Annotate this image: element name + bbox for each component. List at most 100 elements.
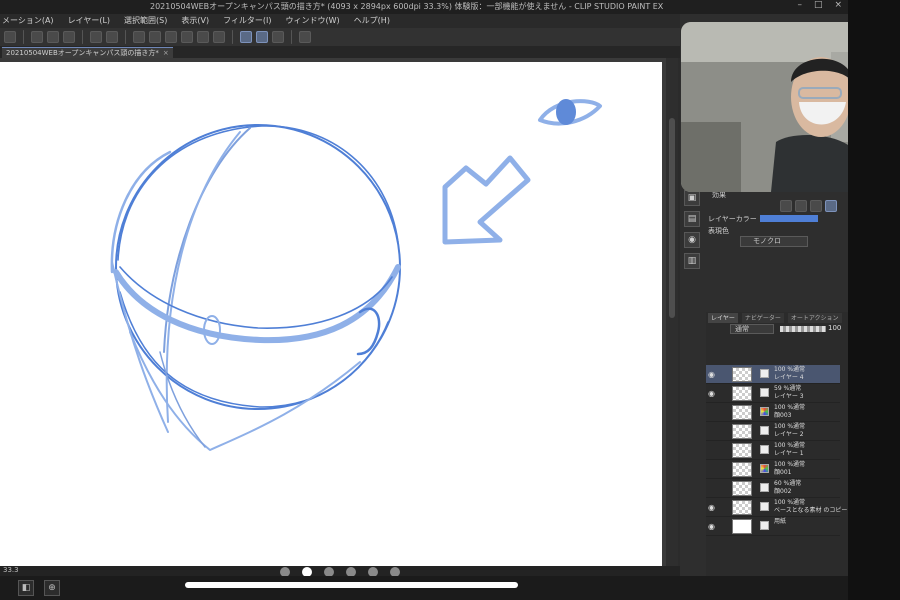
new-file-icon[interactable] xyxy=(31,31,43,43)
layer-name: ベースとなる素材 のコピー xyxy=(774,507,848,514)
layer-opacity-slider[interactable] xyxy=(780,326,826,332)
fill-icon[interactable] xyxy=(165,31,177,43)
layer-type-icon xyxy=(760,407,769,416)
separator xyxy=(232,30,233,44)
menu-animation[interactable]: メーション(A) xyxy=(2,14,54,28)
menu-filter[interactable]: フィルター(I) xyxy=(223,14,271,28)
panel-save-icon[interactable]: ▣ xyxy=(684,190,700,206)
fullscreen-icon[interactable]: ◧ xyxy=(18,580,34,596)
transform-icon[interactable] xyxy=(181,31,193,43)
layer-name: 用紙 xyxy=(774,518,787,525)
view-icon[interactable] xyxy=(4,31,16,43)
tab-auto-action[interactable]: オートアクション xyxy=(787,313,842,323)
document-tab-label: 20210504WEBオープンキャンパス頭の描き方* xyxy=(6,49,159,57)
save-icon[interactable] xyxy=(63,31,75,43)
layer-opacity-mode: 100 %通常 xyxy=(774,442,806,449)
redo-icon[interactable] xyxy=(106,31,118,43)
layer-color-label: レイヤーカラー xyxy=(708,215,757,223)
snap-ruler-icon[interactable] xyxy=(240,31,252,43)
layer-row[interactable]: ◉ 59 %通常 レイヤー 3 xyxy=(706,384,840,403)
layer-name: レイヤー 3 xyxy=(774,393,804,400)
canvas-vertical-scrollbar[interactable] xyxy=(666,58,678,566)
layer-row[interactable]: 100 %通常 顔001 xyxy=(706,460,840,479)
deselect-icon[interactable] xyxy=(213,31,225,43)
layer-type-icon xyxy=(760,445,769,454)
effect-pattern-icon[interactable] xyxy=(810,200,822,212)
visibility-eye-icon[interactable]: ◉ xyxy=(708,522,715,531)
menu-window[interactable]: ウィンドウ(W) xyxy=(286,14,340,28)
snap-special-ruler-icon[interactable] xyxy=(256,31,268,43)
visibility-eye-icon[interactable]: ◉ xyxy=(708,370,715,379)
minimize-button[interactable]: – xyxy=(797,0,802,10)
layer-thumbnail xyxy=(732,519,752,534)
menu-layer[interactable]: レイヤー(L) xyxy=(68,14,110,28)
separator xyxy=(125,30,126,44)
document-tab-bar: 20210504WEBオープンキャンパス頭の描き方* × xyxy=(0,46,680,58)
screen-edge xyxy=(848,0,900,600)
expression-color-label: 表現色 xyxy=(708,227,729,235)
layer-color-swatch[interactable] xyxy=(760,215,818,222)
clear-icon[interactable] xyxy=(149,31,161,43)
separator xyxy=(82,30,83,44)
layer-type-icon xyxy=(760,369,769,378)
visibility-eye-icon[interactable]: ◉ xyxy=(708,503,715,512)
layer-thumbnail xyxy=(732,443,752,458)
layer-row[interactable]: 100 %通常 レイヤー 1 xyxy=(706,441,840,460)
window-title: 20210504WEBオープンキャンパス頭の描き方* (4093 x 2894p… xyxy=(150,2,664,11)
open-folder-icon[interactable] xyxy=(47,31,59,43)
layer-row[interactable]: ◉ 用紙 xyxy=(706,517,840,536)
layer-info: 100 %通常 顔001 xyxy=(774,461,805,477)
layer-row[interactable]: 60 %通常 顔002 xyxy=(706,479,840,498)
layer-name: レイヤー 4 xyxy=(774,374,804,381)
panel-history-icon[interactable]: ▤ xyxy=(684,211,700,227)
layer-info: 100 %通常 レイヤー 1 xyxy=(774,442,805,458)
help-icon[interactable] xyxy=(299,31,311,43)
layer-info: 100 %通常 ベースとなる素材 のコピー xyxy=(774,499,847,515)
blend-mode-select[interactable]: 通常 xyxy=(730,324,774,334)
layer-row[interactable]: 100 %通常 レイヤー 2 xyxy=(706,422,840,441)
close-button[interactable]: × xyxy=(834,0,842,10)
drawing-canvas[interactable] xyxy=(0,62,662,566)
close-icon[interactable]: × xyxy=(163,49,169,57)
panel-camera-icon[interactable]: ◉ xyxy=(684,232,700,248)
layer-opacity-mode: 100 %通常 xyxy=(774,461,806,468)
layer-type-icon xyxy=(760,464,769,473)
navigator-icon[interactable]: ⊕ xyxy=(44,580,60,596)
menu-view[interactable]: 表示(V) xyxy=(181,14,209,28)
menu-help[interactable]: ヘルプ(H) xyxy=(354,14,390,28)
menu-selection[interactable]: 選択範囲(S) xyxy=(124,14,167,28)
snap-grid-icon[interactable] xyxy=(272,31,284,43)
layer-row[interactable]: ◉ 100 %通常 レイヤー 4 xyxy=(706,365,840,384)
home-indicator[interactable] xyxy=(185,582,518,588)
window-controls: – □ × xyxy=(797,0,842,10)
effect-buttons xyxy=(780,200,837,212)
expression-color-select[interactable]: モノクロ xyxy=(740,236,808,247)
visibility-eye-icon[interactable]: ◉ xyxy=(708,389,715,398)
layer-info: 100 %通常 レイヤー 2 xyxy=(774,423,805,439)
tab-layer[interactable]: レイヤー xyxy=(708,313,738,323)
layer-type-icon xyxy=(760,521,769,530)
loading-icon[interactable] xyxy=(133,31,145,43)
layer-thumbnail xyxy=(732,367,752,382)
effect-border-icon[interactable] xyxy=(780,200,792,212)
crop-icon[interactable] xyxy=(197,31,209,43)
panel-icon-strip: ▣ ▤ ◉ ▥ xyxy=(684,190,702,274)
layer-thumbnail xyxy=(732,462,752,477)
tab-navigator[interactable]: ナビゲーター xyxy=(741,313,784,323)
layer-info: 60 %通常 顔002 xyxy=(774,480,801,496)
effect-layer-color-icon[interactable] xyxy=(825,200,837,212)
undo-icon[interactable] xyxy=(90,31,102,43)
layer-info: 用紙 xyxy=(774,518,786,526)
maximize-button[interactable]: □ xyxy=(814,0,823,10)
document-tab[interactable]: 20210504WEBオープンキャンパス頭の描き方* × xyxy=(2,47,173,58)
layer-opacity-mode: 100 %通常 xyxy=(774,423,806,430)
layer-opacity-value[interactable]: 100 xyxy=(828,324,841,332)
bottom-bar: ◧ ⊕ xyxy=(0,576,900,600)
panel-material-icon[interactable]: ▥ xyxy=(684,253,700,269)
effect-tone-icon[interactable] xyxy=(795,200,807,212)
layer-row[interactable]: 100 %通常 顔003 xyxy=(706,403,840,422)
layer-opacity-mode: 100 %通常 xyxy=(774,404,806,411)
layer-row[interactable]: ◉ 100 %通常 ベースとなる素材 のコピー xyxy=(706,498,847,517)
scrollbar-thumb[interactable] xyxy=(669,118,675,318)
zoom-value[interactable]: 33.3 xyxy=(3,566,19,574)
